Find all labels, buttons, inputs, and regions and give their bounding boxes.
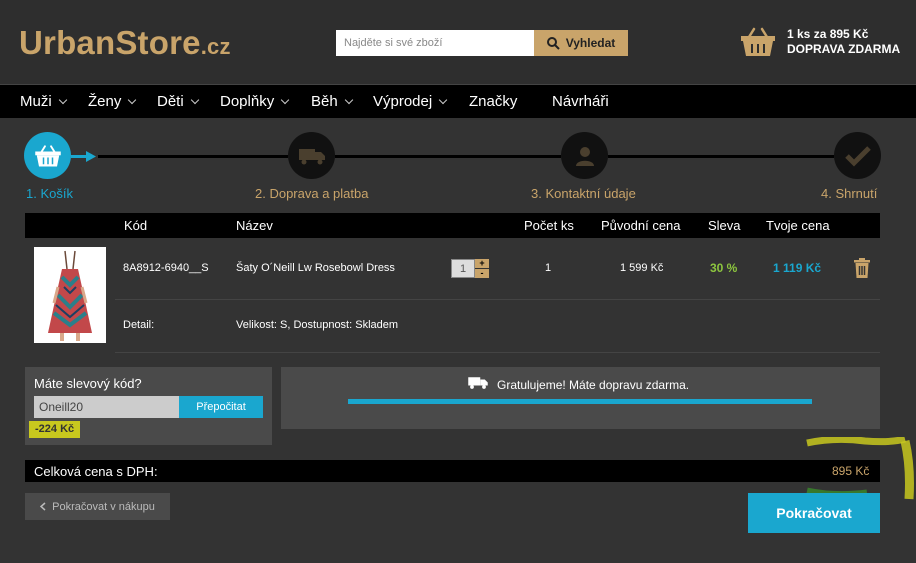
col-discount: Sleva <box>708 218 741 233</box>
user-icon <box>575 146 594 166</box>
step-line-3 <box>608 155 834 158</box>
cart-summary[interactable]: 1 ks za 895 Kč <box>787 27 868 41</box>
chevron-left-icon <box>40 502 46 511</box>
row-divider <box>115 299 880 300</box>
qty-decrease-button[interactable]: - <box>475 269 489 278</box>
shipping-panel <box>281 367 880 429</box>
cart-table-header: Kód Název Počet ks Původní cena Sleva Tv… <box>25 213 880 238</box>
step-4-label[interactable]: 4. Shrnutí <box>821 186 877 201</box>
arrow-right-icon <box>86 151 96 162</box>
dress-image <box>34 247 106 343</box>
item-code: 8A8912-6940__S <box>123 262 209 274</box>
step-1-circle[interactable] <box>24 132 71 179</box>
free-shipping-message: Gratulujeme! Máte dopravu zdarma. <box>497 378 690 392</box>
site-header: UrbanStore.cz Vyhledat 1 ks za 895 Kč DO… <box>0 0 916 84</box>
nav-item-deti[interactable]: Děti <box>157 93 199 110</box>
item-discount: 30 % <box>710 261 738 275</box>
free-shipping-progress-bar <box>348 399 812 404</box>
logo-main: UrbanStore <box>19 24 201 61</box>
basket-icon[interactable] <box>740 26 776 58</box>
step-line-2 <box>335 155 561 158</box>
step-2-label[interactable]: 2. Doprava a platba <box>255 186 368 201</box>
nav-item-zeny[interactable]: Ženy <box>88 93 137 110</box>
step-3-circle[interactable] <box>561 132 608 179</box>
truck-icon <box>298 148 325 164</box>
recalculate-button[interactable]: Přepočitat <box>179 396 263 418</box>
continue-shopping-button[interactable]: Pokračovat v nákupu <box>25 493 170 520</box>
total-label: Celková cena s DPH: <box>34 464 158 479</box>
coupon-title: Máte slevový kód? <box>34 376 142 391</box>
quantity-input[interactable]: 1 <box>451 259 475 278</box>
chevron-down-icon <box>438 95 448 105</box>
product-image[interactable] <box>34 247 106 343</box>
detail-label: Detail: <box>123 319 155 331</box>
item-your-price: 1 119 Kč <box>773 261 822 275</box>
check-icon <box>844 145 871 167</box>
chevron-down-icon <box>280 95 290 105</box>
continue-button[interactable]: Pokračovat <box>748 493 880 533</box>
search-icon <box>546 36 560 50</box>
logo[interactable]: UrbanStore.cz <box>19 24 231 62</box>
row-divider <box>115 352 880 353</box>
qty-increase-button[interactable]: + <box>475 259 489 268</box>
col-name: Název <box>236 218 273 233</box>
nav-item-beh[interactable]: Běh <box>311 93 353 110</box>
truck-icon <box>468 377 488 389</box>
main-nav: Muži Ženy Děti Doplňky Běh Výprodej Znač… <box>0 84 916 118</box>
nav-item-vyprodej[interactable]: Výprodej <box>373 93 448 110</box>
nav-item-znacky[interactable]: Značky <box>469 93 517 110</box>
item-orig-price: 1 599 Kč <box>620 262 664 274</box>
chevron-down-icon <box>128 95 137 105</box>
col-qty: Počet ks <box>524 218 574 233</box>
step-line-1 <box>98 155 288 158</box>
coupon-code-input[interactable] <box>34 396 179 418</box>
nav-item-navrhari[interactable]: Návrháři <box>552 93 609 110</box>
step-4-circle[interactable] <box>834 132 881 179</box>
step-3-label[interactable]: 3. Kontaktní údaje <box>531 186 636 201</box>
search-button-label: Vyhledat <box>565 36 616 50</box>
coupon-discount-amount: -224 Kč <box>29 421 81 438</box>
trash-icon[interactable] <box>853 258 871 278</box>
logo-tld: .cz <box>200 34 231 59</box>
col-orig-price: Původní cena <box>601 218 681 233</box>
chevron-down-icon <box>190 95 199 105</box>
step-1-label[interactable]: 1. Košík <box>26 186 73 201</box>
search-input[interactable] <box>336 30 534 56</box>
detail-value: Velikost: S, Dostupnost: Skladem <box>236 319 399 331</box>
nav-item-doplnky[interactable]: Doplňky <box>220 93 290 110</box>
nav-item-muzi[interactable]: Muži <box>20 93 67 110</box>
chevron-down-icon <box>344 95 353 105</box>
step-2-circle[interactable] <box>288 132 335 179</box>
free-shipping-note: DOPRAVA ZDARMA <box>787 42 901 56</box>
chevron-down-icon <box>58 95 67 105</box>
search-button[interactable]: Vyhledat <box>534 30 628 56</box>
col-your-price: Tvoje cena <box>766 218 830 233</box>
item-qty: 1 <box>545 262 552 274</box>
item-name[interactable]: Šaty O´Neill Lw Rosebowl Dress <box>236 262 395 274</box>
basket-icon <box>34 144 61 166</box>
col-code: Kód <box>124 218 148 233</box>
